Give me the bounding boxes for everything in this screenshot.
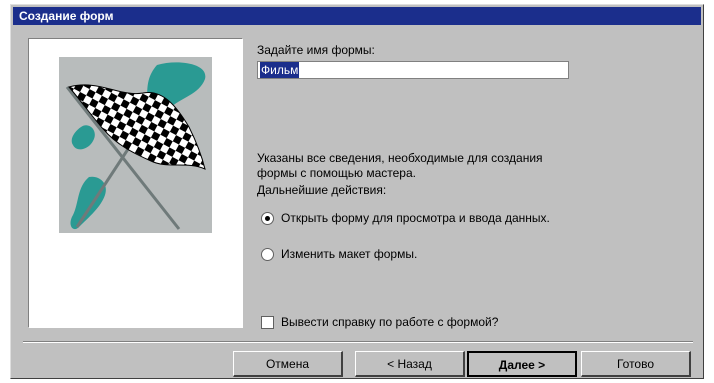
title-bar[interactable]: Создание форм xyxy=(13,7,701,25)
form-name-label: Задайте имя формы: xyxy=(257,43,375,57)
wizard-dialog: Создание форм Задайте имя формы: Фильм У… xyxy=(10,4,704,379)
finish-button[interactable]: Готово xyxy=(581,351,691,377)
form-name-input[interactable]: Фильм xyxy=(257,61,569,79)
checkered-flag-icon xyxy=(59,57,212,233)
info-text-line-2: формы с помощью мастера. xyxy=(257,166,416,180)
back-button[interactable]: < Назад xyxy=(355,351,465,377)
form-name-value: Фильм xyxy=(260,62,300,78)
info-text-line-1: Указаны все сведения, необходимые для со… xyxy=(257,151,543,165)
radio-modify-layout[interactable] xyxy=(261,248,274,261)
help-checkbox[interactable] xyxy=(261,316,274,329)
picture-panel xyxy=(28,38,243,328)
window-title: Создание форм xyxy=(19,9,114,23)
help-checkbox-label[interactable]: Вывести справку по работе с формой? xyxy=(281,315,498,329)
next-button[interactable]: Далее > xyxy=(467,351,577,377)
radio-selected-dot xyxy=(265,216,270,221)
cancel-button[interactable]: Отмена xyxy=(233,351,343,377)
radio-modify-layout-label[interactable]: Изменить макет формы. xyxy=(281,247,417,261)
next-action-label: Дальнейшие действия: xyxy=(257,183,387,197)
radio-open-form-label[interactable]: Открыть форму для просмотра и ввода данн… xyxy=(281,211,550,225)
radio-open-form[interactable] xyxy=(261,212,274,225)
footer-separator xyxy=(23,341,693,343)
